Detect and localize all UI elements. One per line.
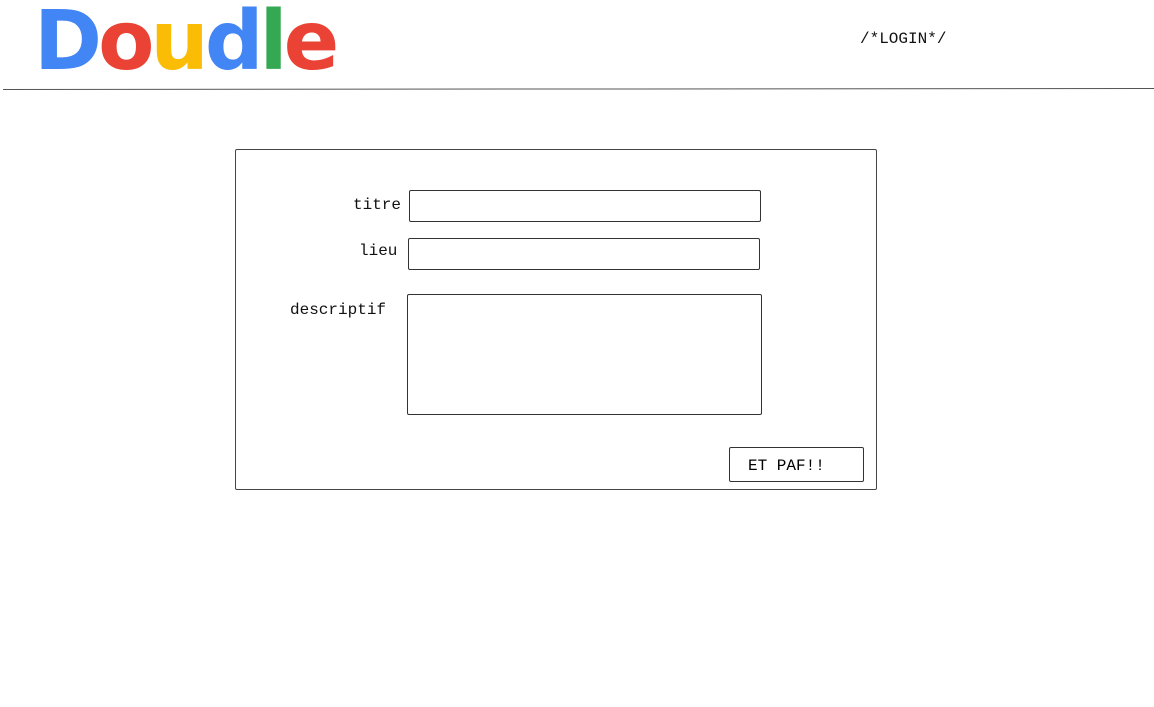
location-label: lieu <box>359 242 398 260</box>
login-link[interactable]: /*LOGIN*/ <box>860 30 946 48</box>
submit-button[interactable]: ET PAF!! <box>729 447 864 482</box>
event-form-panel: titre lieu descriptif ET PAF!! <box>235 149 877 490</box>
logo-letter-1: D <box>34 0 102 89</box>
location-input[interactable] <box>408 238 760 270</box>
logo-letter-5: l <box>259 0 288 89</box>
logo-letter-6: e <box>283 0 340 89</box>
logo-letter-2: o <box>98 0 154 89</box>
title-input[interactable] <box>409 190 761 222</box>
description-textarea[interactable] <box>407 294 762 415</box>
logo-letter-4: d <box>204 0 264 89</box>
logo-letter-3: u <box>150 0 208 89</box>
description-label: descriptif <box>290 301 387 319</box>
doudle-logo: Doudle <box>34 0 340 89</box>
header-divider <box>3 87 1154 90</box>
title-label: titre <box>353 196 402 214</box>
